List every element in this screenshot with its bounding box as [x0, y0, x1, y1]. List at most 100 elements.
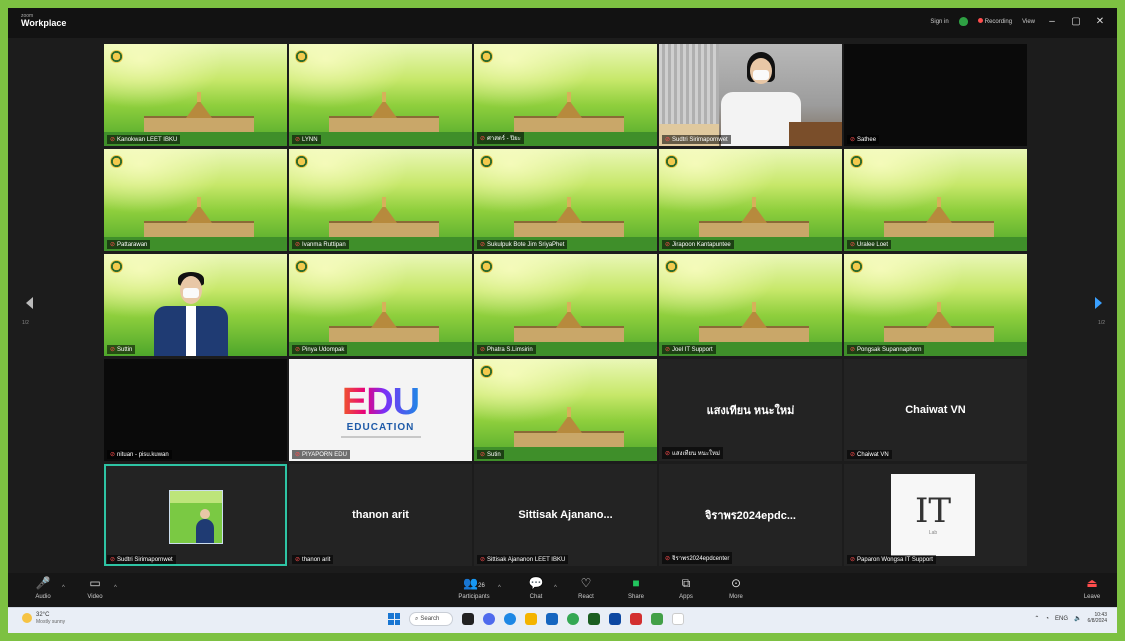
participant-tile[interactable]: Sittisak Ajanano... ⊘ Sittisak Ajananon LE…: [474, 464, 657, 566]
search-icon: ⌕: [415, 615, 419, 622]
participant-tile[interactable]: ⊘ Sudtri Sirimapornwet: [659, 44, 842, 146]
chevron-left-icon: [26, 297, 33, 309]
participant-tile[interactable]: ⊘ Phatra S.Limsirin: [474, 254, 657, 356]
university-emblem-icon: [110, 155, 123, 168]
next-page-arrow[interactable]: [1091, 296, 1105, 310]
file-explorer-icon[interactable]: [525, 613, 537, 625]
participant-tile[interactable]: ⊘ Jirapoon Kantapuntee: [659, 149, 842, 251]
clock[interactable]: 10:43 6/8/2024: [1088, 612, 1107, 624]
right-page-indicator: 1/2: [1098, 320, 1105, 326]
participants-options-caret[interactable]: ^: [498, 585, 501, 591]
participant-tile[interactable]: ⊘ Joel IT Support: [659, 254, 842, 356]
participant-tile[interactable]: ⊘ nituan - pisu.kuwan: [104, 359, 287, 461]
audio-options-caret[interactable]: ^: [62, 585, 65, 591]
audio-button[interactable]: 🎤 Audio: [23, 576, 63, 600]
weather-widget[interactable]: 32°C Mostly sunny: [22, 612, 65, 625]
building-image: [884, 302, 994, 342]
participant-tile[interactable]: ⊘ Uralee Loet: [844, 149, 1027, 251]
pdf-icon[interactable]: [630, 613, 642, 625]
participant-name-tag: ⊘ Pattarawan: [107, 240, 151, 249]
shield-icon[interactable]: [958, 17, 968, 26]
building-image: [514, 302, 624, 342]
participant-tile[interactable]: ⊘ Sukulpuk Bote Jim SriyaPhet: [474, 149, 657, 251]
tray-chevron-icon[interactable]: ⌃: [1034, 615, 1039, 622]
participant-tile[interactable]: ⊘ Pattarawan: [104, 149, 287, 251]
it-logo-card: IT Lab: [891, 474, 975, 556]
mic-muted-icon: 🎤: [35, 576, 51, 590]
participant-tile[interactable]: ⊘ Ivanma Ruttipan: [289, 149, 472, 251]
windows-taskbar: 32°C Mostly sunny ⌕ Search ⌃ ◔ ENG 🔈 10:…: [8, 607, 1117, 633]
participant-tile[interactable]: ⊘ ศาสตร์ - ปิยะ: [474, 44, 657, 146]
participant-name: Sudtri Sirimapornwet: [672, 137, 728, 143]
sign-in-label[interactable]: Sign in: [930, 19, 948, 25]
volume-icon[interactable]: 🔈: [1074, 615, 1081, 622]
participant-name-tag: ⊘ Jirapoon Kantapuntee: [662, 240, 734, 249]
mic-off-icon: ⊘: [850, 452, 856, 458]
participant-tile[interactable]: แสงเทียน หนะใหม่ ⊘ แสงเทียน หนะใหม่: [659, 359, 842, 461]
more-button[interactable]: ⊙ More: [716, 576, 756, 600]
participant-tile[interactable]: ⊘ Sathee: [844, 44, 1027, 146]
windows-start-icon[interactable]: [388, 613, 400, 625]
participant-name: Kanokwan LEET IBKU: [117, 137, 178, 143]
minimize-icon[interactable]: –: [1045, 16, 1059, 27]
store-icon[interactable]: [546, 613, 558, 625]
participant-display-name: thanon arit: [352, 509, 409, 521]
excel-icon[interactable]: [588, 613, 600, 625]
maximize-icon[interactable]: ▢: [1069, 16, 1083, 27]
participant-name-tag: ⊘ Sukulpuk Bote Jim SriyaPhet: [477, 240, 568, 249]
participant-tile[interactable]: IT Lab ⊘ Paparon Wongsa IT Support: [844, 464, 1027, 566]
participant-name: Ivanma Ruttipan: [302, 242, 346, 248]
sun-icon: [22, 613, 32, 624]
participants-button[interactable]: 👥26 Participants: [452, 576, 496, 600]
mic-off-icon: ⊘: [850, 347, 856, 353]
system-tray: ⌃ ◔ ENG 🔈 10:43 6/8/2024: [1034, 612, 1107, 624]
mic-off-icon: ⊘: [480, 452, 486, 458]
brand-name: Workplace: [21, 18, 67, 28]
participant-tile[interactable]: จิราพร2024epdc... ⊘ จิราพร2024epdcenter: [659, 464, 842, 566]
close-icon[interactable]: ✕: [1093, 16, 1107, 27]
lang-indicator[interactable]: ENG: [1055, 616, 1068, 622]
chat-app-icon[interactable]: [483, 613, 495, 625]
participant-tile[interactable]: ⊘ Kanokwan LEET IBKU: [104, 44, 287, 146]
taskbar-search[interactable]: ⌕ Search: [409, 612, 453, 626]
building-image: [144, 92, 254, 132]
participant-tile[interactable]: thanon arit ⊘ thanon arit: [289, 464, 472, 566]
chat-options-caret[interactable]: ^: [554, 585, 557, 591]
participant-tile[interactable]: ⊘ Sutin: [474, 359, 657, 461]
participant-tile[interactable]: EDU EDUCATION ⊘ PIYAPORN EDU: [289, 359, 472, 461]
video-button[interactable]: ▭ Video: [75, 576, 115, 600]
mic-off-icon: ⊘: [110, 347, 116, 353]
participant-tile[interactable]: ⊘ Pinya Udompak: [289, 254, 472, 356]
participant-tile[interactable]: ⊘ Pongsak Supannaphorn: [844, 254, 1027, 356]
share-button[interactable]: ■ Share: [616, 576, 656, 600]
notepad-icon[interactable]: [672, 613, 684, 625]
mic-off-icon: ⊘: [665, 137, 671, 143]
leave-button[interactable]: ⏏ Leave: [1072, 576, 1112, 600]
university-emblem-icon: [295, 260, 308, 273]
leave-label: Leave: [1083, 594, 1101, 600]
participant-name: Pinya Udompak: [302, 347, 345, 353]
participant-name: Sittisak Ajananon LEET IBKU: [487, 557, 566, 563]
participant-name: ศาสตร์ - ปิยะ: [487, 136, 521, 142]
participant-tile[interactable]: ⊘ Sudtri Sirimapornwet: [104, 464, 287, 566]
previous-page-arrow[interactable]: [23, 296, 37, 310]
edge-icon[interactable]: [504, 613, 516, 625]
participant-name: thanon arit: [302, 557, 331, 563]
chat-button[interactable]: 💬 Chat: [516, 576, 556, 600]
participant-tile[interactable]: Chaiwat VN ⊘ Chaiwat VN: [844, 359, 1027, 461]
react-button[interactable]: ♡ React: [566, 576, 606, 600]
participant-tile[interactable]: ⊘ Suttin: [104, 254, 287, 356]
participant-name: จิราพร2024epdcenter: [672, 556, 730, 562]
video-options-caret[interactable]: ^: [114, 585, 117, 591]
line-app-icon[interactable]: [651, 613, 663, 625]
mic-off-icon: ⊘: [850, 242, 856, 248]
participant-name-tag: ⊘ Sutin: [477, 450, 504, 459]
wifi-icon[interactable]: ◔: [1045, 616, 1049, 622]
view-menu[interactable]: View: [1022, 19, 1035, 25]
task-view-icon[interactable]: [462, 613, 474, 625]
recording-indicator[interactable]: Recording: [977, 18, 1012, 25]
word-icon[interactable]: [609, 613, 621, 625]
apps-button[interactable]: ⧉ Apps: [666, 576, 706, 600]
participant-tile[interactable]: ⊘ LYNN: [289, 44, 472, 146]
chrome-icon[interactable]: [567, 613, 579, 625]
